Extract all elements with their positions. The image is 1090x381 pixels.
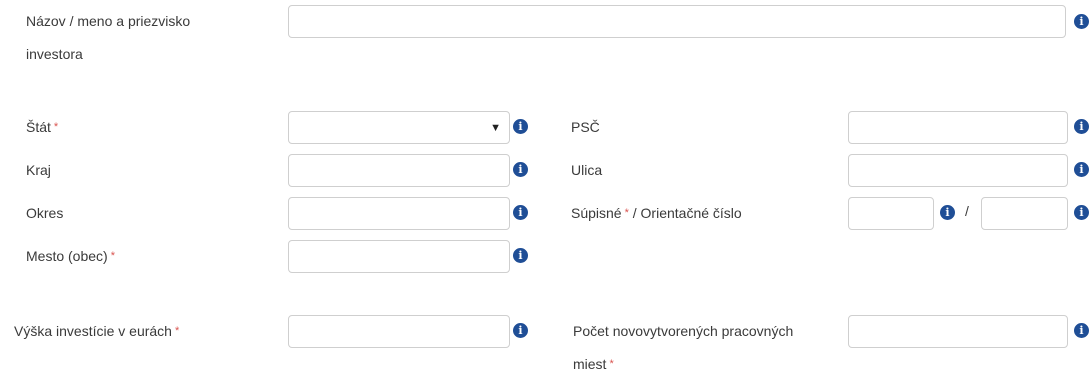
street-input[interactable] <box>848 154 1068 187</box>
required-asterisk: * <box>609 358 614 370</box>
state-select[interactable]: ▼ <box>288 111 510 144</box>
house-number-label: Súpisné * / Orientačné číslo <box>571 205 742 221</box>
number-separator: / <box>965 203 969 219</box>
postal-code-label: PSČ <box>571 119 600 135</box>
info-icon[interactable]: i <box>513 162 528 177</box>
info-icon[interactable]: i <box>1074 162 1089 177</box>
investment-amount-input[interactable] <box>288 315 510 348</box>
registry-number-input[interactable] <box>848 197 934 230</box>
investor-name-input[interactable] <box>288 5 1066 38</box>
region-input[interactable] <box>288 154 510 187</box>
info-icon[interactable]: i <box>1074 119 1089 134</box>
required-asterisk: * <box>624 207 629 219</box>
info-icon[interactable]: i <box>513 205 528 220</box>
required-asterisk: * <box>110 250 115 262</box>
investment-amount-label: Výška investície v eurách * <box>14 323 180 339</box>
state-label: Štát * <box>26 119 59 135</box>
city-input[interactable] <box>288 240 510 273</box>
info-icon[interactable]: i <box>513 119 528 134</box>
chevron-down-icon: ▼ <box>490 122 501 134</box>
info-icon[interactable]: i <box>940 205 955 220</box>
new-jobs-label: Počet novovytvorených pracovných miest * <box>573 323 794 372</box>
info-icon[interactable]: i <box>513 323 528 338</box>
investor-name-label: Názov / meno a priezvisko investora <box>26 13 191 62</box>
postal-code-input[interactable] <box>848 111 1068 144</box>
info-icon[interactable]: i <box>1074 14 1089 29</box>
info-icon[interactable]: i <box>1074 205 1089 220</box>
district-input[interactable] <box>288 197 510 230</box>
region-label: Kraj <box>26 162 51 178</box>
required-asterisk: * <box>53 121 59 133</box>
new-jobs-input[interactable] <box>848 315 1068 348</box>
orientation-number-input[interactable] <box>981 197 1068 230</box>
info-icon[interactable]: i <box>513 248 528 263</box>
info-icon[interactable]: i <box>1074 323 1089 338</box>
city-label: Mesto (obec) * <box>26 248 115 264</box>
required-asterisk: * <box>174 325 180 337</box>
street-label: Ulica <box>571 162 603 178</box>
district-label: Okres <box>26 205 64 221</box>
